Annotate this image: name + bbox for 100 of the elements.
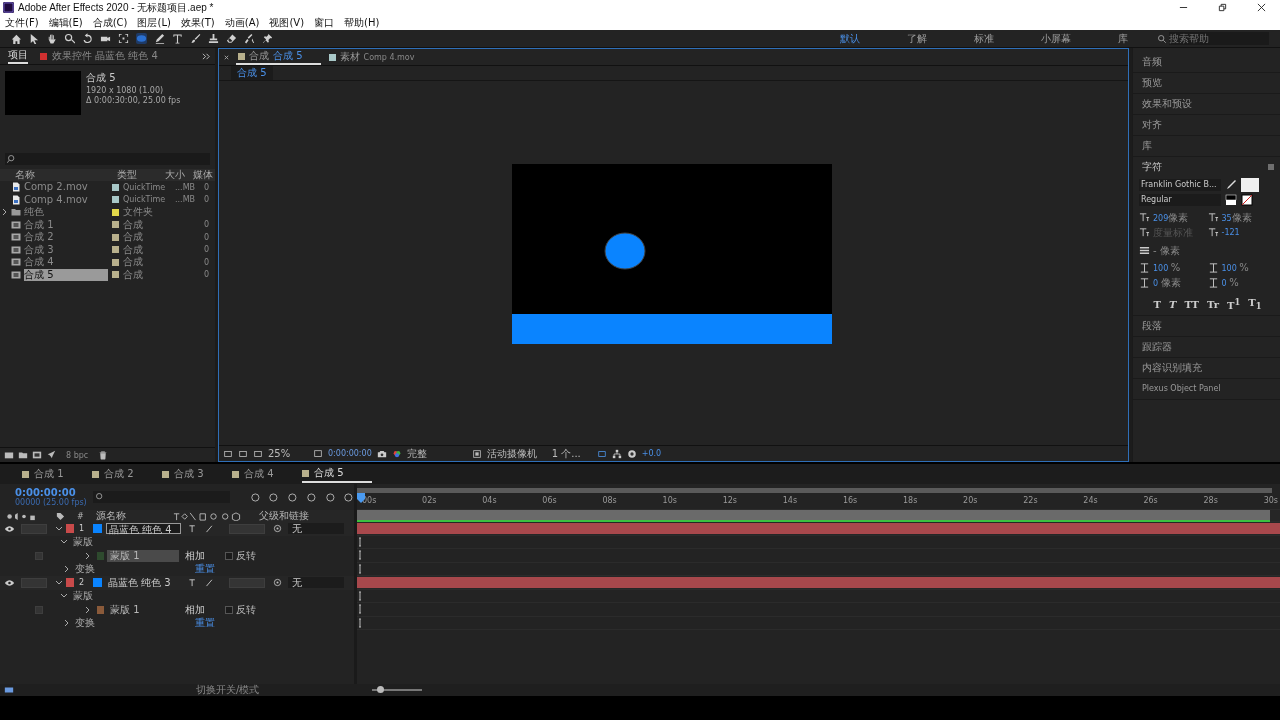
zoom-dropdown[interactable]: 25% bbox=[268, 448, 308, 459]
rotate-icon[interactable] bbox=[82, 33, 93, 44]
lock-switch-box[interactable] bbox=[35, 605, 43, 614]
menu-item[interactable]: 窗口 bbox=[314, 15, 335, 30]
project-item[interactable]: 合成 5 bbox=[24, 268, 108, 281]
timeline-tab[interactable]: 合成 2 bbox=[92, 466, 162, 482]
font-style-dropdown[interactable]: Regular bbox=[1139, 193, 1221, 206]
character-value[interactable]: 209像素 bbox=[1153, 210, 1189, 225]
pen-icon[interactable] bbox=[154, 33, 165, 44]
fill-color-swatch[interactable] bbox=[1241, 177, 1259, 192]
invert-checkbox[interactable] bbox=[225, 551, 233, 560]
panel-header[interactable]: 字符 bbox=[1142, 160, 1162, 174]
project-item[interactable]: Comp 2.mov bbox=[24, 181, 108, 194]
eye-icon[interactable] bbox=[4, 578, 15, 587]
av-switch-boxes[interactable] bbox=[21, 577, 47, 588]
new-folder-icon[interactable] bbox=[18, 450, 28, 460]
resolution-dropdown[interactable]: 完整 bbox=[406, 446, 467, 461]
label-color-swatch[interactable] bbox=[66, 524, 74, 534]
menu-item[interactable]: 帮助(H) bbox=[344, 15, 380, 30]
reset-link[interactable]: 重置 bbox=[195, 616, 215, 631]
exposure-value[interactable]: +0.0 bbox=[641, 449, 662, 458]
panel-tab[interactable]: 项目 bbox=[8, 48, 28, 64]
circle-shape[interactable] bbox=[604, 232, 645, 270]
panel-header[interactable]: 跟踪器 bbox=[1133, 337, 1280, 359]
playhead[interactable] bbox=[357, 493, 365, 503]
fit-icon[interactable] bbox=[313, 448, 323, 459]
snapshot-camera-icon[interactable] bbox=[376, 448, 387, 459]
label-color-swatch[interactable] bbox=[112, 196, 119, 204]
text-style-button[interactable]: T bbox=[1151, 297, 1163, 312]
lock-switch-box[interactable] bbox=[35, 551, 43, 560]
timecode[interactable]: 0:00:00:00 bbox=[15, 487, 94, 498]
invert-checkbox[interactable] bbox=[225, 605, 233, 614]
character-value[interactable]: - 像素 bbox=[1153, 243, 1180, 258]
eraser-icon[interactable] bbox=[226, 33, 237, 44]
viewer-tab[interactable]: 素材 Comp 4.mov bbox=[326, 49, 433, 65]
property-group[interactable]: 变换 bbox=[75, 616, 95, 631]
text-style-button[interactable]: T$_{1}$ bbox=[1246, 297, 1264, 312]
zoom-slider-thumb[interactable] bbox=[376, 686, 384, 693]
help-search-field[interactable]: 搜索帮助 bbox=[1169, 32, 1269, 45]
pan-behind-icon[interactable] bbox=[118, 33, 129, 44]
bit-depth-button[interactable]: 8 bpc bbox=[66, 450, 89, 460]
character-value[interactable]: 100 % bbox=[1221, 262, 1249, 273]
label-color-swatch[interactable] bbox=[112, 246, 119, 254]
layer-duration-bar[interactable] bbox=[357, 576, 1280, 588]
render-time-icon[interactable] bbox=[4, 685, 14, 695]
panel-header[interactable]: 库 bbox=[1133, 136, 1280, 157]
selection-arrow-icon[interactable] bbox=[28, 33, 39, 44]
property-group[interactable]: 蒙版 bbox=[73, 535, 93, 550]
mask-name[interactable]: 蒙版 1 bbox=[107, 603, 179, 616]
panel-header[interactable]: 音频 bbox=[1133, 52, 1280, 73]
workspace-tab[interactable]: 标准 bbox=[954, 31, 1014, 46]
views-dropdown[interactable]: 1 个... bbox=[551, 446, 592, 461]
new-composition-icon[interactable] bbox=[32, 450, 42, 460]
menu-item[interactable]: 文件(F) bbox=[5, 15, 39, 30]
column-header[interactable]: 源名称 bbox=[95, 509, 161, 523]
color-channels-icon[interactable] bbox=[391, 448, 402, 459]
property-group[interactable]: 蒙版 bbox=[73, 589, 93, 604]
layer-name[interactable]: 晶蓝色 纯色 4 bbox=[106, 523, 181, 535]
layer-duration-bar[interactable] bbox=[357, 522, 1280, 534]
column-header[interactable]: 大小 bbox=[165, 168, 193, 182]
panel-header[interactable]: Plexus Object Panel bbox=[1133, 379, 1280, 401]
pick-whip-icon[interactable] bbox=[273, 578, 282, 588]
exposure-icon[interactable] bbox=[626, 448, 637, 459]
grid-icon[interactable] bbox=[596, 448, 607, 459]
layer-switch-boxes[interactable] bbox=[229, 577, 265, 588]
workspace-tab[interactable]: 了解 bbox=[887, 31, 947, 46]
panel-tab[interactable]: 效果控件 晶蓝色 纯色 4 bbox=[40, 49, 158, 63]
panel-header[interactable]: 内容识别填充 bbox=[1133, 358, 1280, 380]
column-header[interactable]: 名称 bbox=[0, 168, 105, 182]
text-style-button[interactable]: Tr bbox=[1204, 297, 1221, 312]
parent-dropdown[interactable]: 无 bbox=[288, 577, 344, 589]
panel-header[interactable]: 段落 bbox=[1133, 316, 1280, 338]
character-value[interactable]: 0 像素 bbox=[1153, 275, 1181, 290]
breadcrumb-tab[interactable]: 合成 5 bbox=[231, 66, 273, 80]
hand-icon[interactable] bbox=[46, 33, 57, 44]
brush-icon[interactable] bbox=[190, 33, 201, 44]
character-value[interactable]: 100 % bbox=[1153, 262, 1181, 273]
label-color-swatch[interactable] bbox=[112, 258, 119, 266]
label-color-swatch[interactable] bbox=[112, 208, 119, 216]
home-icon[interactable] bbox=[10, 33, 21, 44]
menu-item[interactable]: 视图(V) bbox=[269, 15, 305, 30]
label-color-swatch[interactable] bbox=[112, 183, 119, 191]
current-time-button[interactable]: 0:00:00:00 bbox=[328, 449, 372, 458]
pick-whip-icon[interactable] bbox=[273, 524, 282, 534]
project-item[interactable]: 合成 2 bbox=[24, 231, 108, 244]
timeline-tab[interactable]: 合成 3 bbox=[162, 466, 232, 482]
mask-color-swatch[interactable] bbox=[97, 605, 104, 614]
layer-search-field[interactable] bbox=[93, 491, 230, 503]
zoom-icon[interactable] bbox=[64, 33, 75, 44]
av-switch-boxes[interactable] bbox=[21, 523, 47, 534]
column-header[interactable]: 类型 bbox=[105, 168, 165, 182]
workspace-tab[interactable]: 小屏幕 bbox=[1021, 31, 1091, 46]
label-color-swatch[interactable] bbox=[66, 578, 74, 588]
puppet-pin-icon[interactable] bbox=[262, 33, 273, 44]
timeline-tab[interactable]: 合成 1 bbox=[22, 466, 92, 482]
timeline-tab[interactable]: 合成 4 bbox=[232, 466, 302, 482]
project-search-field[interactable] bbox=[5, 153, 210, 165]
column-header[interactable]: 父级和链接 bbox=[258, 509, 309, 523]
text-tool-icon[interactable] bbox=[172, 33, 183, 44]
mask-name[interactable]: 蒙版 1 bbox=[107, 549, 179, 562]
